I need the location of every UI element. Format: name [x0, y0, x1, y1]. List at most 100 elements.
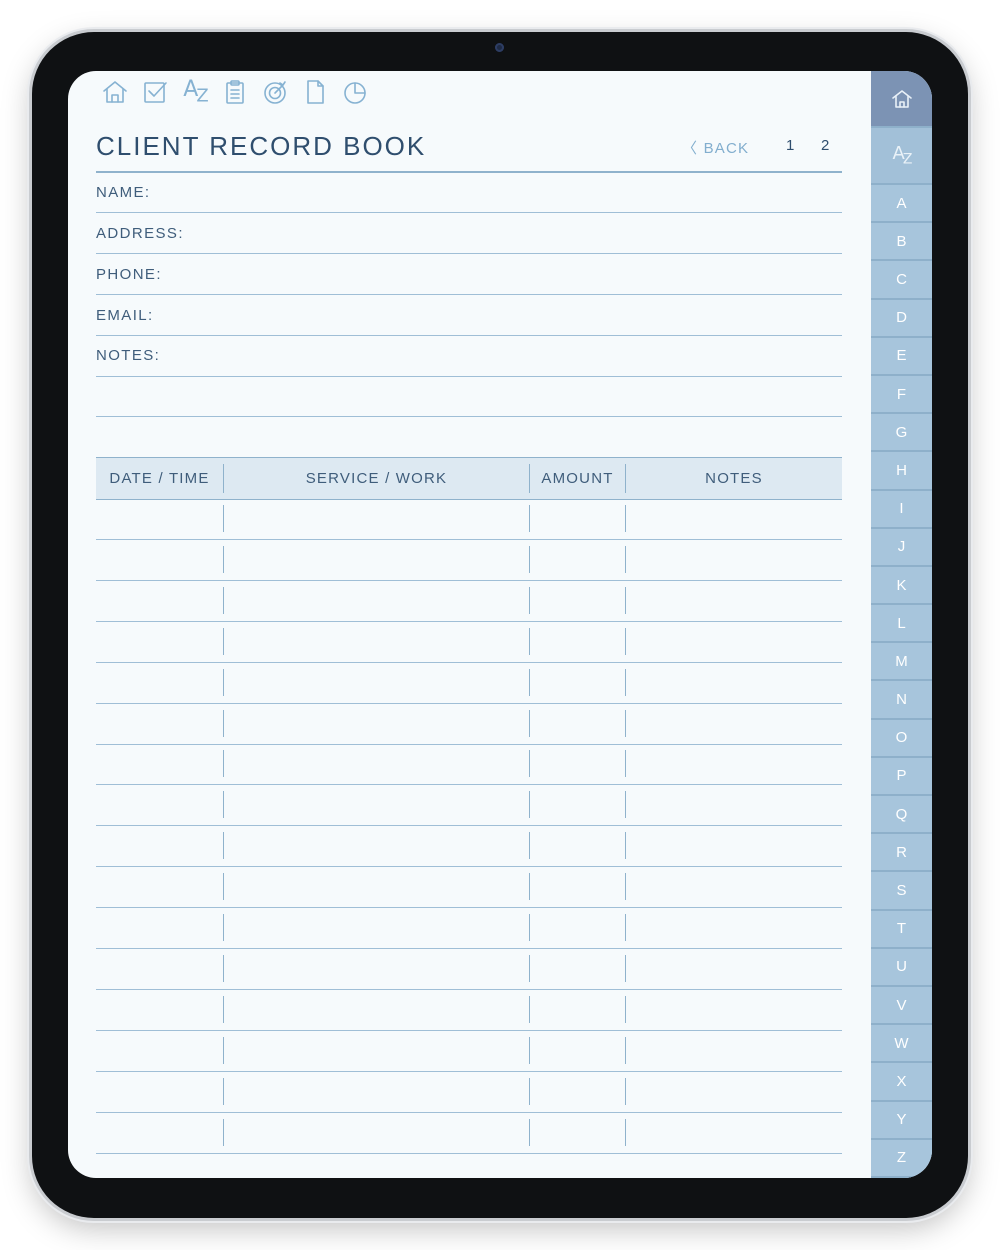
home-icon[interactable]: [100, 77, 130, 107]
sidebar-tab-o[interactable]: O: [871, 719, 932, 758]
home-icon: [891, 89, 912, 108]
col-date-time: DATE / TIME: [109, 470, 210, 487]
notes-line-1[interactable]: [96, 376, 842, 377]
column-divider: [625, 545, 626, 573]
sidebar-tab-i[interactable]: I: [871, 490, 932, 529]
sidebar-tab-m[interactable]: M: [871, 643, 932, 682]
sidebar-tab-d[interactable]: D: [871, 299, 932, 338]
alphabet-sidebar: AZ ABCDEFGHIJKLMNOPQRSTUVWXYZ: [871, 71, 932, 1178]
sidebar-az-tab[interactable]: AZ: [871, 128, 932, 185]
column-divider: [529, 1077, 530, 1105]
name-label: NAME:: [96, 184, 151, 201]
sidebar-tab-s[interactable]: S: [871, 872, 932, 911]
checkbox-icon[interactable]: [140, 77, 170, 107]
column-divider: [625, 505, 626, 532]
table-row[interactable]: [96, 704, 842, 745]
sidebar-tab-g[interactable]: G: [871, 414, 932, 453]
sidebar-tab-c[interactable]: C: [871, 261, 932, 300]
sidebar-tab-a[interactable]: A: [871, 185, 932, 224]
sidebar-tab-k[interactable]: K: [871, 566, 932, 606]
col-service-work: SERVICE / WORK: [305, 470, 448, 487]
sidebar-tab-p[interactable]: P: [871, 757, 932, 797]
table-row[interactable]: [96, 622, 842, 663]
table-row[interactable]: [96, 499, 842, 540]
sidebar-tab-b[interactable]: B: [871, 223, 932, 262]
column-divider: [529, 1036, 530, 1064]
sidebar-tab-e[interactable]: E: [871, 337, 932, 376]
table-row[interactable]: [96, 663, 842, 704]
sidebar-tab-u[interactable]: U: [871, 948, 932, 988]
phone-line[interactable]: [96, 294, 842, 295]
column-divider: [529, 709, 530, 737]
front-camera: [495, 43, 504, 52]
column-divider: [625, 995, 626, 1023]
email-line[interactable]: [96, 335, 842, 336]
table-row[interactable]: [96, 744, 842, 786]
table-row[interactable]: [96, 826, 842, 868]
clipboard-icon[interactable]: [220, 77, 250, 107]
sidebar-tab-j[interactable]: J: [871, 528, 932, 567]
col-notes: NOTES: [705, 470, 763, 487]
column-divider: [625, 1036, 626, 1064]
sidebar-tab-v[interactable]: V: [871, 987, 932, 1026]
col-amount: AMOUNT: [541, 470, 614, 487]
column-divider: [625, 1077, 626, 1105]
table-row[interactable]: [96, 581, 842, 622]
target-icon[interactable]: [260, 77, 290, 107]
column-divider: [223, 995, 224, 1023]
phone-label: PHONE:: [96, 266, 162, 283]
table-row[interactable]: [96, 908, 842, 949]
sidebar-tab-l[interactable]: L: [871, 605, 932, 644]
sidebar-tab-t[interactable]: T: [871, 910, 932, 949]
address-label: ADDRESS:: [96, 225, 184, 242]
sidebar-tab-f[interactable]: F: [871, 375, 932, 415]
column-divider: [223, 668, 224, 696]
az-index-icon[interactable]: AZ: [180, 77, 210, 107]
sidebar-tab-w[interactable]: W: [871, 1025, 932, 1064]
sidebar-tab-h[interactable]: H: [871, 452, 932, 491]
title-underline: [96, 171, 842, 173]
address-line[interactable]: [96, 253, 842, 254]
column-divider: [625, 709, 626, 737]
table-row[interactable]: [96, 1113, 842, 1154]
page-2-link[interactable]: 2: [821, 137, 831, 154]
sidebar-tab-n[interactable]: N: [871, 681, 932, 720]
planner-page: AZ CLIENT RECORD BOOK 〈 BACK 1 2 NAME: A…: [68, 71, 871, 1178]
column-divider: [529, 750, 530, 778]
notes-line-2[interactable]: [96, 416, 842, 417]
column-divider: [223, 1036, 224, 1064]
column-divider: [625, 1118, 626, 1146]
table-row[interactable]: [96, 540, 842, 581]
table-row[interactable]: [96, 785, 842, 827]
document-icon[interactable]: [300, 77, 330, 107]
column-divider: [223, 627, 224, 655]
column-divider: [529, 505, 530, 532]
column-divider: [529, 545, 530, 573]
sidebar-tab-q[interactable]: Q: [871, 796, 932, 835]
sidebar-tab-x[interactable]: X: [871, 1063, 932, 1102]
pie-chart-icon[interactable]: [340, 77, 370, 107]
name-line[interactable]: [96, 212, 842, 213]
column-divider: [625, 954, 626, 982]
column-divider: [223, 873, 224, 901]
column-divider: [223, 586, 224, 614]
column-divider: [223, 750, 224, 778]
column-divider: [625, 914, 626, 941]
tablet-frame: AZ CLIENT RECORD BOOK 〈 BACK 1 2 NAME: A…: [32, 32, 968, 1218]
page-1-link[interactable]: 1: [786, 137, 796, 154]
notes-label: NOTES:: [96, 347, 161, 364]
table-row[interactable]: [96, 1072, 842, 1113]
sidebar-tab-z[interactable]: Z: [871, 1139, 932, 1178]
back-button[interactable]: 〈 BACK: [682, 137, 749, 158]
table-row[interactable]: [96, 1031, 842, 1072]
email-label: EMAIL:: [96, 307, 154, 324]
table-row[interactable]: [96, 990, 842, 1031]
table-row[interactable]: [96, 867, 842, 909]
sidebar-tab-r[interactable]: R: [871, 834, 932, 873]
column-divider: [223, 1077, 224, 1105]
column-divider: [529, 873, 530, 901]
sidebar-tab-y[interactable]: Y: [871, 1101, 932, 1140]
table-row[interactable]: [96, 949, 842, 990]
sidebar-home-tab[interactable]: [871, 71, 932, 128]
column-divider: [625, 668, 626, 696]
